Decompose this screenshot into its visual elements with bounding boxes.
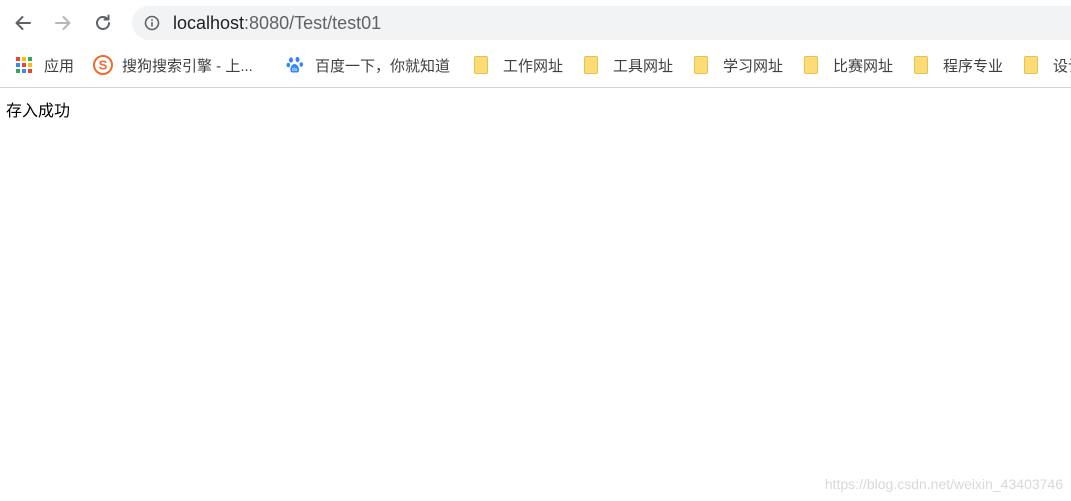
bookmark-folder-tools[interactable]: 工具网址 — [584, 54, 673, 76]
browser-toolbar: localhost:8080/Test/test01 — [0, 0, 1071, 46]
bookmark-label: 搜狗搜索引擎 - 上... — [122, 57, 253, 75]
bookmarks-bar: 应用 S 搜狗搜索引擎 - 上... du 百度一下，你就知道 工作网址 工具网… — [0, 46, 1071, 84]
folder-icon — [474, 56, 492, 74]
back-arrow-icon — [15, 16, 31, 30]
browser-chrome: localhost:8080/Test/test01 应用 S 搜狗搜索引擎 -… — [0, 0, 1071, 88]
folder-icon — [1024, 56, 1042, 74]
address-bar[interactable]: localhost:8080/Test/test01 — [132, 6, 1071, 40]
forward-button[interactable] — [51, 11, 75, 35]
reload-icon — [96, 14, 110, 30]
bookmark-label: 比赛网址 — [833, 57, 894, 75]
svg-text:S: S — [99, 58, 108, 73]
page-message: 存入成功 — [6, 103, 71, 120]
back-button[interactable] — [11, 11, 35, 35]
url-host: localhost — [173, 13, 245, 33]
bookmark-label: 工具网址 — [613, 57, 674, 75]
svg-text:du: du — [292, 67, 298, 73]
bookmark-folder-design[interactable]: 设计 — [1024, 54, 1071, 76]
bookmark-folder-work[interactable]: 工作网址 — [474, 54, 563, 76]
bookmark-folder-study[interactable]: 学习网址 — [694, 54, 783, 76]
bookmark-label: 应用 — [44, 57, 75, 75]
info-icon[interactable] — [144, 15, 160, 31]
bookmark-baidu[interactable]: du 百度一下，你就知道 — [286, 54, 450, 76]
folder-icon — [584, 56, 602, 74]
bookmark-label: 程序专业 — [943, 57, 1004, 75]
watermark: https://blog.csdn.net/weixin_43403746 — [824, 476, 1063, 492]
bookmark-folder-programming[interactable]: 程序专业 — [914, 54, 1003, 76]
bookmark-label: 设计 — [1053, 57, 1071, 75]
folder-icon — [804, 56, 822, 74]
sogou-icon: S — [93, 55, 113, 75]
forward-arrow-icon — [55, 16, 71, 30]
folder-icon — [914, 56, 932, 74]
folder-icon — [694, 56, 712, 74]
bookmark-sogou[interactable]: S 搜狗搜索引擎 - 上... — [93, 54, 253, 76]
url-path: :8080/Test/test01 — [244, 13, 382, 33]
bookmark-folder-contest[interactable]: 比赛网址 — [804, 54, 893, 76]
bookmark-label: 学习网址 — [723, 57, 784, 75]
reload-button[interactable] — [91, 11, 115, 35]
bookmark-apps[interactable]: 应用 — [15, 54, 74, 76]
bookmark-label: 工作网址 — [503, 57, 564, 75]
url-text[interactable]: localhost:8080/Test/test01 — [173, 13, 381, 33]
baidu-paw-icon: du — [286, 56, 304, 74]
bookmark-label: 百度一下，你就知道 — [315, 57, 451, 75]
apps-grid-icon — [15, 56, 33, 74]
